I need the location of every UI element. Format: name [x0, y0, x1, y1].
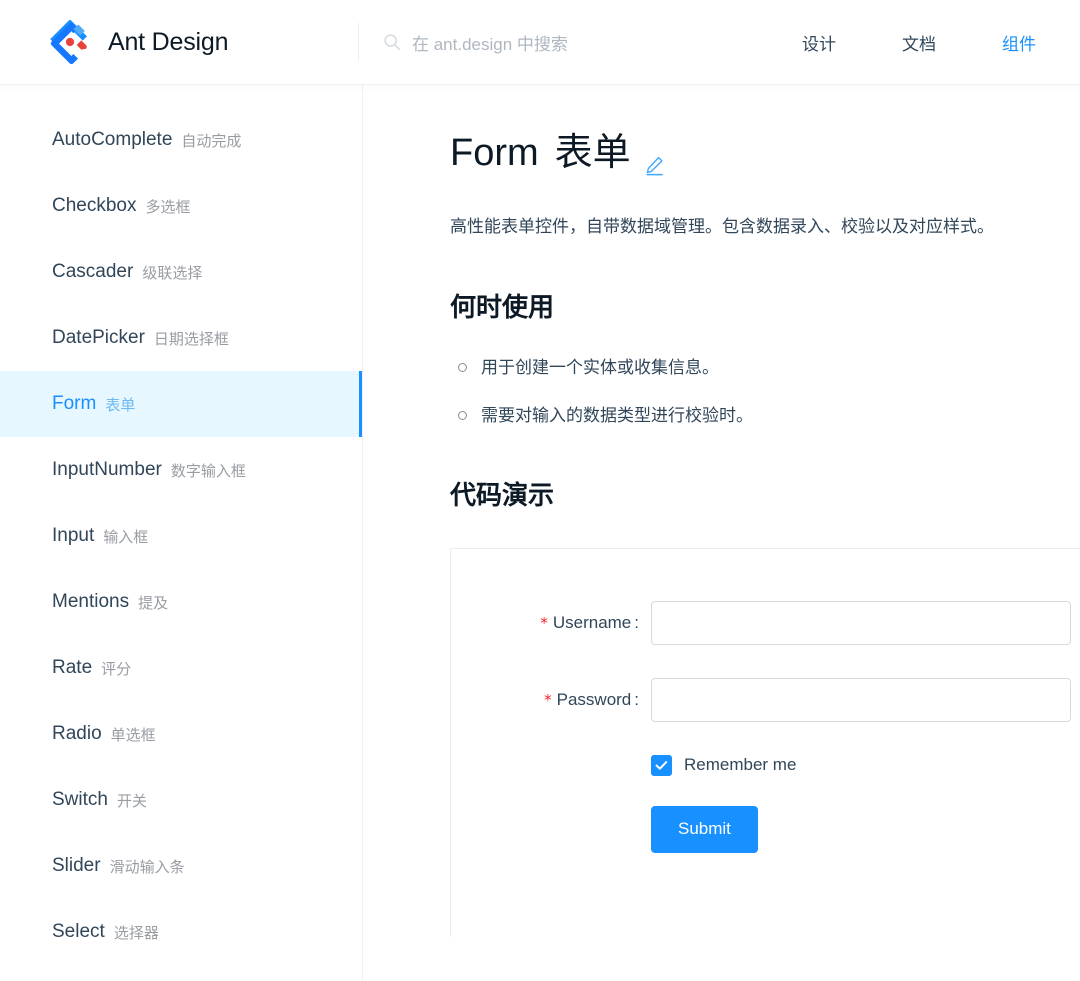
- remember-me-checkbox[interactable]: Remember me: [651, 755, 796, 776]
- nav-item-docs[interactable]: 文档: [902, 30, 936, 55]
- password-label: * Password:: [451, 690, 651, 710]
- submit-button[interactable]: Submit: [651, 806, 758, 853]
- sidebar-item-label-cn: 提及: [138, 592, 168, 613]
- password-label-colon: :: [634, 690, 639, 709]
- code-demo-card: * Username: * Password:: [450, 548, 1080, 937]
- sidebar-item-label-cn: 评分: [101, 658, 131, 679]
- sidebar-item-label-en: InputNumber: [52, 459, 162, 481]
- sidebar-item-label-cn: 开关: [117, 790, 147, 811]
- form-row-username: * Username:: [451, 601, 1080, 645]
- checkbox-box[interactable]: [651, 755, 672, 776]
- sidebar-item-mentions[interactable]: Mentions 提及: [0, 569, 362, 635]
- username-label-colon: :: [634, 613, 639, 632]
- sidebar-item-input[interactable]: Input 输入框: [0, 503, 362, 569]
- brand-title: Ant Design: [108, 28, 228, 57]
- sidebar-item-radio[interactable]: Radio 单选框: [0, 701, 362, 767]
- sidebar-item-label-en: Form: [52, 393, 96, 415]
- sidebar-item-slider[interactable]: Slider 滑动输入条: [0, 833, 362, 899]
- username-input[interactable]: [651, 601, 1071, 645]
- sidebar-item-label-en: Radio: [52, 723, 102, 745]
- password-label-text: Password: [557, 690, 632, 709]
- sidebar-item-select[interactable]: Select 选择器: [0, 899, 362, 965]
- sidebar-item-label-cn: 数字输入框: [171, 460, 246, 481]
- sidebar-item-label-en: Switch: [52, 789, 108, 811]
- sidebar-item-label-en: Select: [52, 921, 105, 943]
- sidebar-item-autocomplete[interactable]: AutoComplete 自动完成: [0, 107, 362, 173]
- page-title-en: Form: [450, 131, 539, 177]
- sidebar-item-label-en: Checkbox: [52, 195, 137, 217]
- sidebar-item-label-cn: 滑动输入条: [110, 856, 185, 877]
- sidebar-item-label-cn: 表单: [105, 394, 135, 415]
- form-row-submit: Submit: [451, 806, 1080, 853]
- component-sidebar: AutoComplete 自动完成 Checkbox 多选框 Cascader …: [0, 85, 363, 981]
- sidebar-item-label-cn: 日期选择框: [154, 328, 229, 349]
- list-item: 用于创建一个实体或收集信息。: [450, 354, 1080, 381]
- when-to-use-heading: 何时使用: [450, 287, 1080, 324]
- sidebar-item-label-en: Input: [52, 525, 94, 547]
- primary-nav: 设计 文档 组件: [736, 30, 1080, 55]
- sidebar-item-label-cn: 级联选择: [142, 262, 202, 283]
- sidebar-item-inputnumber[interactable]: InputNumber 数字输入框: [0, 437, 362, 503]
- main-content: Form 表单 高性能表单控件，自带数据域管理。包含数据录入、校验以及对应样式。…: [363, 85, 1080, 981]
- when-to-use-list: 用于创建一个实体或收集信息。 需要对输入的数据类型进行校验时。: [450, 354, 1080, 428]
- site-header: Ant Design 在 ant.design 中搜索 设计 文档 组件: [0, 0, 1080, 85]
- edit-pencil-icon[interactable]: [644, 143, 666, 165]
- demo-heading: 代码演示: [450, 475, 1080, 512]
- search-input[interactable]: 在 ant.design 中搜索: [358, 23, 736, 61]
- page-description: 高性能表单控件，自带数据域管理。包含数据录入、校验以及对应样式。: [450, 213, 1080, 242]
- sidebar-item-checkbox[interactable]: Checkbox 多选框: [0, 173, 362, 239]
- form-row-password: * Password:: [451, 678, 1080, 722]
- sidebar-item-rate[interactable]: Rate 评分: [0, 635, 362, 701]
- remember-me-label: Remember me: [684, 755, 796, 775]
- sidebar-item-label-en: Rate: [52, 657, 92, 679]
- ant-design-logo-icon: [48, 20, 92, 64]
- sidebar-item-switch[interactable]: Switch 开关: [0, 767, 362, 833]
- sidebar-item-label-cn: 输入框: [103, 526, 148, 547]
- sidebar-item-label-en: Mentions: [52, 591, 129, 613]
- username-label: * Username:: [451, 613, 651, 633]
- nav-item-design[interactable]: 设计: [802, 30, 836, 55]
- sidebar-item-form[interactable]: Form 表单: [0, 371, 362, 437]
- sidebar-item-label-cn: 自动完成: [181, 130, 241, 151]
- page-body: AutoComplete 自动完成 Checkbox 多选框 Cascader …: [0, 85, 1080, 981]
- sidebar-item-label-cn: 单选框: [111, 724, 156, 745]
- search-icon: [383, 33, 401, 51]
- list-item: 需要对输入的数据类型进行校验时。: [450, 402, 1080, 429]
- sidebar-item-label-cn: 多选框: [146, 196, 191, 217]
- page-title: Form 表单: [450, 131, 1080, 177]
- sidebar-item-cascader[interactable]: Cascader 级联选择: [0, 239, 362, 305]
- required-asterisk: *: [544, 691, 552, 709]
- search-placeholder: 在 ant.design 中搜索: [412, 30, 568, 55]
- page-title-cn: 表单: [555, 131, 631, 177]
- sidebar-item-label-en: Cascader: [52, 261, 133, 283]
- required-asterisk: *: [540, 614, 548, 632]
- nav-item-components[interactable]: 组件: [1002, 30, 1036, 55]
- form-row-remember: Remember me: [451, 755, 1080, 776]
- sidebar-item-label-en: Slider: [52, 855, 101, 877]
- password-input[interactable]: [651, 678, 1071, 722]
- check-icon: [655, 759, 668, 772]
- sidebar-item-label-en: AutoComplete: [52, 129, 172, 151]
- logo-block[interactable]: Ant Design: [0, 20, 310, 64]
- sidebar-item-label-cn: 选择器: [114, 922, 159, 943]
- username-label-text: Username: [553, 613, 631, 632]
- sidebar-item-label-en: DatePicker: [52, 327, 145, 349]
- sidebar-item-datepicker[interactable]: DatePicker 日期选择框: [0, 305, 362, 371]
